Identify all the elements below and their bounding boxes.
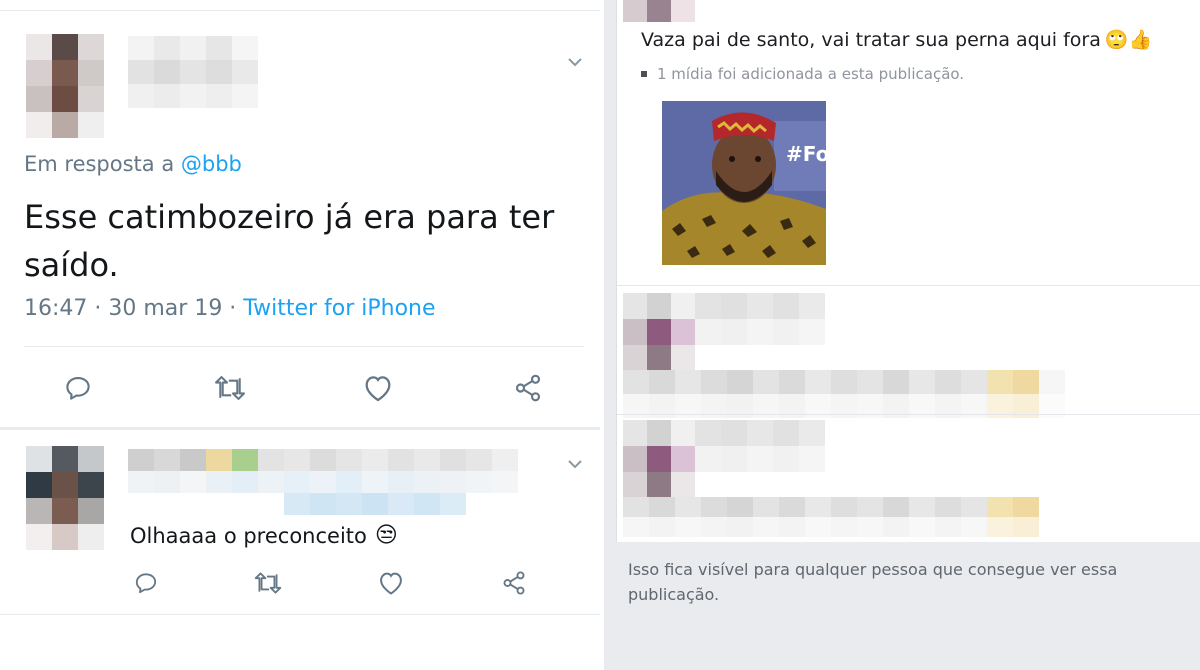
reply-button[interactable] [130,568,162,598]
share-button[interactable] [498,568,530,598]
retweet-icon [254,572,282,594]
media-caption: #Fo [786,142,826,166]
reply-context: Em resposta a @bbb [24,152,242,176]
bullet-icon [641,71,647,77]
tweet-timestamp: 16:47 · 30 mar 19 · [24,296,244,321]
reply-button[interactable] [60,370,96,406]
user-name-blurred [128,36,258,108]
tweet-text: Esse catimbozeiro já era para ter saído. [24,198,555,284]
person-photo: #Fo [662,101,826,265]
comment-name-blurred [695,293,825,345]
chevron-down-icon[interactable] [568,459,582,469]
reply-tweet-text: Olhaaaa o preconceito 😒 [130,523,398,548]
reply-user-name-blurred [128,449,518,515]
retweet-icon [215,376,245,400]
media-note: 1 mídia foi adicionada a esta publicação… [641,65,964,83]
tweet-separator [0,427,600,430]
reply-avatar[interactable] [26,446,104,550]
chevron-down-icon[interactable] [568,57,582,67]
avatar[interactable] [623,0,695,22]
media-note-text: 1 mídia foi adicionada a esta publicação… [657,65,965,83]
comment-avatar-blurred[interactable] [623,293,695,371]
reply-handle-link[interactable]: @bbb [181,152,242,176]
share-button[interactable] [510,370,546,406]
post-body: Vaza pai de santo, vai tratar sua perna … [641,28,1101,51]
heart-icon [365,376,391,402]
tweet-source-link[interactable]: Twitter for iPhone [243,296,435,321]
divider [24,346,584,347]
reply-icon [135,573,157,594]
divider [617,414,1200,415]
divider [0,614,600,615]
top-divider [0,10,600,11]
attached-image[interactable]: #Fo [662,101,826,265]
tweet-meta: 16:47 · 30 mar 19 · Twitter for iPhone [24,296,436,321]
retweet-button[interactable] [250,568,286,598]
retweet-button[interactable] [210,370,250,406]
emoji-eyeroll-thumbs-up: 🙄👍 [1104,29,1153,51]
like-button[interactable] [375,568,407,598]
share-icon [503,571,525,595]
divider [617,285,1200,286]
post-text: Vaza pai de santo, vai tratar sua perna … [641,28,1153,52]
post-panel: Vaza pai de santo, vai tratar sua perna … [604,0,1200,670]
post-card: Vaza pai de santo, vai tratar sua perna … [616,0,1200,542]
twitter-thread-panel: Em resposta a @bbb Esse catimbozeiro já … [0,0,600,670]
heart-icon [380,572,402,595]
comment-name-blurred [695,420,825,472]
comment-avatar-blurred[interactable] [623,420,695,498]
avatar[interactable] [26,34,104,138]
comment-text-blurred [623,370,1091,418]
reply-prefix: Em resposta a [24,152,175,176]
like-button[interactable] [360,370,396,406]
reply-icon [66,376,90,400]
share-icon [515,374,541,402]
comment-text-blurred [623,497,1065,537]
visibility-note: Isso fica visível para qualquer pessoa q… [628,560,1118,604]
reply-text: Olhaaaa o preconceito [130,523,367,548]
unamused-emoji: 😒 [374,523,398,548]
